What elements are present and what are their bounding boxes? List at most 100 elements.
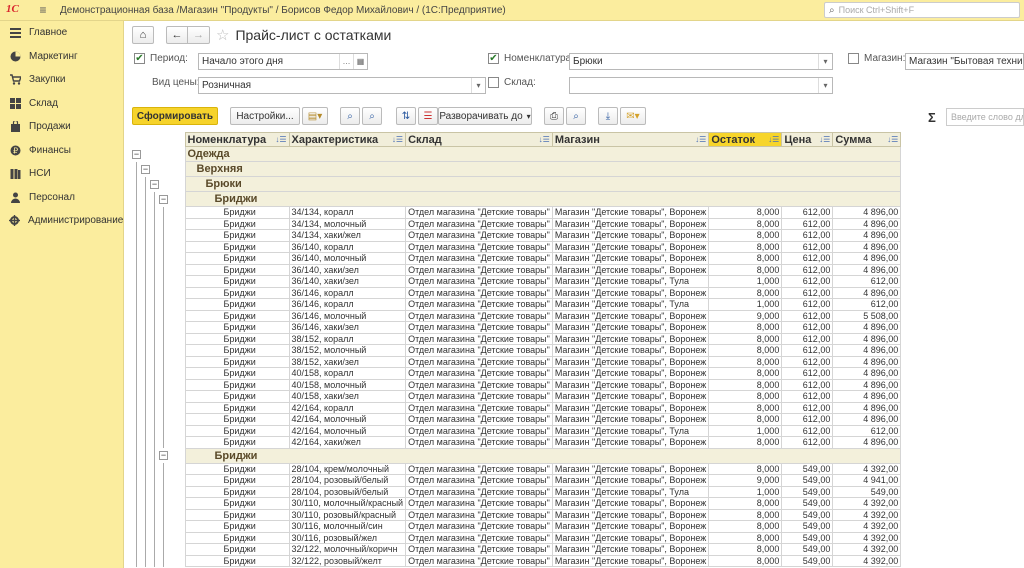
nomenclature-field[interactable]: Брюки ▾ <box>569 53 833 70</box>
column-header-nomenclature[interactable]: Номенклатура ↓☰ <box>184 132 290 147</box>
sidebar-item-nsi[interactable]: НСИ <box>0 162 123 186</box>
table-row[interactable]: Бриджи 40/158, коралл Отдел магазина "Детс… <box>132 367 902 380</box>
table-row[interactable]: Бриджи 38/152, хаки/зел Отдел магазина "Де… <box>132 355 902 368</box>
group-row[interactable]: − Верхняя <box>132 161 902 177</box>
collapse-toggle-icon[interactable]: − <box>159 194 168 204</box>
table-row[interactable]: Бриджи 38/152, молочный Отдел магазина "Де… <box>132 344 902 357</box>
warehouse-checkbox[interactable] <box>488 77 499 88</box>
cell-warehouse: Отдел магазина "Детские товары" <box>405 298 553 311</box>
table-row[interactable]: Бриджи 38/152, коралл Отдел магазина "Детс… <box>132 332 902 345</box>
table-row[interactable]: Бриджи 42/164, коралл Отдел магазина "Детс… <box>132 401 902 414</box>
nomenclature-dropdown-icon[interactable]: ▾ <box>818 54 832 69</box>
save-button[interactable]: ⤓ <box>598 107 618 125</box>
table-row[interactable]: Бриджи 34/134, коралл Отдел магазина "Детс… <box>132 206 902 219</box>
cell-characteristic: 36/146, коралл <box>288 286 407 299</box>
send-email-button[interactable]: ✉▾ <box>620 107 646 125</box>
shop-checkbox[interactable] <box>848 53 859 64</box>
tree-cell <box>159 264 185 276</box>
column-header-sum[interactable]: Сумма ↓☰ <box>832 132 902 147</box>
table-row[interactable]: Бриджи 34/134, хаки/жел Отдел магазина "Де… <box>132 229 902 242</box>
tree-line <box>145 474 146 486</box>
expand-to-dropdown[interactable]: Разворачивать до ▾ <box>438 107 532 125</box>
sidebar-item-admin[interactable]: Администрирование <box>0 209 123 233</box>
table-row[interactable]: Бриджи 36/140, хаки/зел Отдел магазина "Де… <box>132 263 902 276</box>
table-row[interactable]: Бриджи 36/146, хаки/зел Отдел магазина "Де… <box>132 321 902 334</box>
table-row[interactable]: Бриджи 30/116, розовый/жел Отдел магазина … <box>132 531 902 544</box>
table-row[interactable]: Бриджи 36/140, коралл Отдел магазина "Детс… <box>132 240 902 253</box>
collapse-toggle-icon[interactable]: − <box>159 451 168 460</box>
table-row[interactable]: Бриджи 32/122, розовый/желт Отдел магазина… <box>132 554 902 567</box>
home-button[interactable]: ⌂ <box>132 26 154 44</box>
table-row[interactable]: Бриджи 36/146, коралл Отдел магазина "Детс… <box>132 286 902 299</box>
sidebar-item-sales[interactable]: Продажи <box>0 115 123 139</box>
find-button[interactable]: ⌕ <box>340 107 360 125</box>
sidebar-item-marketing[interactable]: Маркетинг <box>0 45 123 69</box>
variants-button[interactable]: ▤▾ <box>302 107 328 125</box>
period-checkbox[interactable]: ✔ <box>134 53 145 64</box>
warehouse-dropdown-icon[interactable]: ▾ <box>818 78 832 93</box>
table-row[interactable]: Бриджи 42/164, молочный Отдел магазина "Де… <box>132 413 902 426</box>
sum-icon[interactable]: Σ <box>928 110 936 125</box>
sidebar-item-personnel[interactable]: Персонал <box>0 186 123 210</box>
main-menu-icon[interactable]: ≡ <box>36 3 50 17</box>
warehouse-field[interactable]: ▾ <box>569 77 833 94</box>
tree-cell <box>132 390 141 402</box>
global-search-input[interactable]: ⌕ Поиск Ctrl+Shift+F <box>824 2 1020 18</box>
table-row[interactable]: Бриджи 36/140, хаки/зел Отдел магазина "Де… <box>132 275 902 288</box>
column-header-warehouse[interactable]: Склад ↓☰ <box>405 132 553 147</box>
column-header-price[interactable]: Цена ↓☰ <box>781 132 834 147</box>
sidebar-item-purchases[interactable]: Закупки <box>0 68 123 92</box>
report-search-input[interactable]: Введите слово для <box>946 108 1024 126</box>
collapse-toggle-icon[interactable]: − <box>150 179 159 189</box>
collapse-toggle-icon[interactable]: − <box>141 164 150 174</box>
nomenclature-checkbox[interactable]: ✔ <box>488 53 499 64</box>
sidebar-item-main[interactable]: Главное <box>0 21 123 45</box>
sidebar-item-finance[interactable]: ₽ Финансы <box>0 139 123 163</box>
gear-icon <box>9 215 20 227</box>
group-row[interactable]: − Бриджи <box>132 191 902 207</box>
table-row[interactable]: Бриджи 32/122, молочный/коричн Отдел магаз… <box>132 543 902 556</box>
period-field[interactable]: Начало этого дня … ▦ <box>198 53 368 70</box>
print-button[interactable]: ⎙ <box>544 107 564 125</box>
find-next-button[interactable]: ⌕ <box>362 107 382 125</box>
price-type-field[interactable]: Розничная ▾ <box>198 77 486 94</box>
back-button[interactable]: ← <box>166 26 188 44</box>
table-row[interactable]: Бриджи 28/104, розовый/белый Отдел магазин… <box>132 485 902 498</box>
collapse-toggle-icon[interactable]: − <box>132 149 141 159</box>
table-row[interactable]: Бриджи 36/140, молочный Отдел магазина "Де… <box>132 252 902 265</box>
settings-button[interactable]: Настройки... <box>230 107 300 125</box>
table-row[interactable]: Бриджи 30/116, молочный/син Отдел магазина… <box>132 520 902 533</box>
report-table-area[interactable]: Номенклатура ↓☰ Характеристика ↓☰ Склад ↓☰ … <box>132 132 1024 568</box>
table-row[interactable]: Бриджи 42/164, молочный Отдел магазина "Де… <box>132 424 902 437</box>
column-header-characteristic[interactable]: Характеристика ↓☰ <box>288 132 407 147</box>
table-row[interactable]: Бриджи 36/146, молочный Отдел магазина "Де… <box>132 309 902 322</box>
group-row[interactable]: − Бриджи <box>132 447 902 464</box>
table-row[interactable]: Бриджи 30/110, молочный/красный Отдел мага… <box>132 497 902 510</box>
sort-button[interactable]: ⇅ <box>396 107 416 125</box>
period-dropdown-icon[interactable]: … <box>339 54 353 69</box>
table-row[interactable]: Бриджи 36/146, коралл Отдел магазина "Детс… <box>132 298 902 311</box>
group-row[interactable]: − Одежда <box>132 146 902 162</box>
preview-button[interactable]: ⌕ <box>566 107 586 125</box>
column-header-shop[interactable]: Магазин ↓☰ <box>551 132 710 147</box>
forward-button[interactable]: → <box>188 26 210 44</box>
generate-button[interactable]: Сформировать <box>132 107 218 125</box>
table-row[interactable]: Бриджи 30/110, розовый/красный Отдел магаз… <box>132 508 902 521</box>
column-header-balance[interactable]: Остаток ↓☰ <box>708 132 783 147</box>
table-row[interactable]: Бриджи 42/164, хаки/жел Отдел магазина "Де… <box>132 436 902 449</box>
price-type-dropdown-icon[interactable]: ▾ <box>471 78 485 93</box>
cell-warehouse: Отдел магазина "Детские товары" <box>405 390 553 403</box>
shop-field[interactable]: Магазин "Бытовая техника" <box>905 53 1024 70</box>
calendar-icon[interactable]: ▦ <box>353 54 367 69</box>
table-row[interactable]: Бриджи 40/158, молочный Отдел магазина "Де… <box>132 378 902 391</box>
sidebar-item-warehouse[interactable]: Склад <box>0 92 123 116</box>
tree-line <box>163 532 164 544</box>
group-row[interactable]: − Брюки <box>132 176 902 192</box>
group-button[interactable]: ☰ <box>418 107 438 125</box>
table-row[interactable]: Бриджи 40/158, хаки/зел Отдел магазина "Де… <box>132 390 902 403</box>
tree-line <box>145 486 146 498</box>
table-row[interactable]: Бриджи 34/134, молочный Отдел магазина "Де… <box>132 217 902 230</box>
table-row[interactable]: Бриджи 28/104, розовый/белый Отдел магазин… <box>132 474 902 487</box>
table-row[interactable]: Бриджи 28/104, крем/молочный Отдел магазин… <box>132 462 902 475</box>
star-icon[interactable]: ☆ <box>216 26 229 44</box>
